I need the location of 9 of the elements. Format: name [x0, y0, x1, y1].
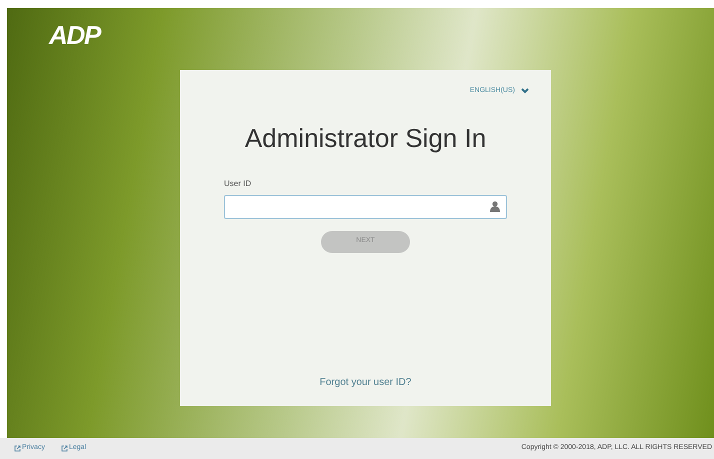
chevron-down-icon	[521, 88, 529, 94]
field-label: User ID	[224, 178, 252, 190]
user-id-field[interactable]	[224, 194, 507, 218]
forgot-user-id-link[interactable]: Forgot your user ID?	[320, 375, 412, 390]
page-title: Administrator Sign In	[244, 122, 486, 154]
external-link-icon	[14, 445, 21, 452]
external-link-icon	[60, 445, 68, 452]
logo: ADP	[49, 20, 100, 50]
person-icon	[490, 201, 500, 212]
